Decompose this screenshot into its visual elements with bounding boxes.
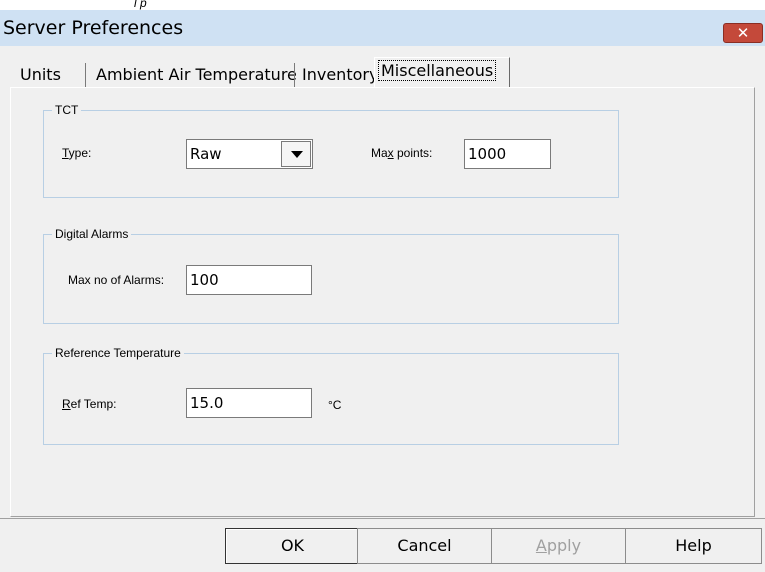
tab-separator [294, 63, 295, 87]
window-title: Server Preferences [3, 17, 184, 39]
group-reference-temperature: Reference Temperature Ref Temp: 15.0 °C [43, 346, 619, 445]
type-select[interactable]: Raw [186, 139, 313, 169]
group-reference-temperature-legend: Reference Temperature [52, 346, 184, 361]
group-digital-alarms: Digital Alarms Max no of Alarms: 100 [43, 227, 619, 324]
ok-button[interactable]: OK [225, 528, 360, 564]
chevron-down-icon[interactable] [281, 141, 311, 167]
tab-miscellaneous[interactable]: Miscellaneous [374, 57, 510, 87]
group-tct-legend: TCT [52, 103, 82, 118]
close-button[interactable]: ✕ [723, 23, 763, 43]
title-bar: Server Preferences ✕ [0, 10, 765, 46]
help-button[interactable]: Help [625, 528, 762, 564]
tab-ambient-air-temperature[interactable]: Ambient Air Temperature [96, 61, 297, 88]
type-select-value: Raw [190, 145, 222, 163]
tab-inventory[interactable]: Inventory [302, 61, 378, 88]
group-tct: TCT Type: Raw Max points: 1000 [43, 103, 619, 198]
cropped-text-fragment: l p [134, 0, 147, 10]
tab-panel-miscellaneous: TCT Type: Raw Max points: 1000 Digital A… [10, 87, 755, 517]
type-label: Type: [62, 146, 92, 160]
ref-temp-input[interactable]: 15.0 [186, 388, 312, 418]
tab-units[interactable]: Units [20, 61, 61, 88]
group-digital-alarms-legend: Digital Alarms [52, 227, 132, 242]
ref-temp-label: Ref Temp: [62, 397, 117, 411]
max-alarms-label: Max no of Alarms: [68, 273, 165, 287]
ref-temp-unit: °C [328, 398, 342, 412]
max-points-label: Max points: [371, 146, 433, 160]
tab-separator [85, 63, 86, 87]
apply-button[interactable]: Apply [491, 528, 626, 564]
tab-miscellaneous-label: Miscellaneous [377, 60, 497, 81]
max-alarms-input[interactable]: 100 [186, 265, 312, 295]
cancel-button[interactable]: Cancel [357, 528, 492, 564]
close-icon: ✕ [736, 24, 750, 42]
max-points-input[interactable]: 1000 [464, 139, 551, 169]
top-strip: l p [0, 0, 765, 10]
